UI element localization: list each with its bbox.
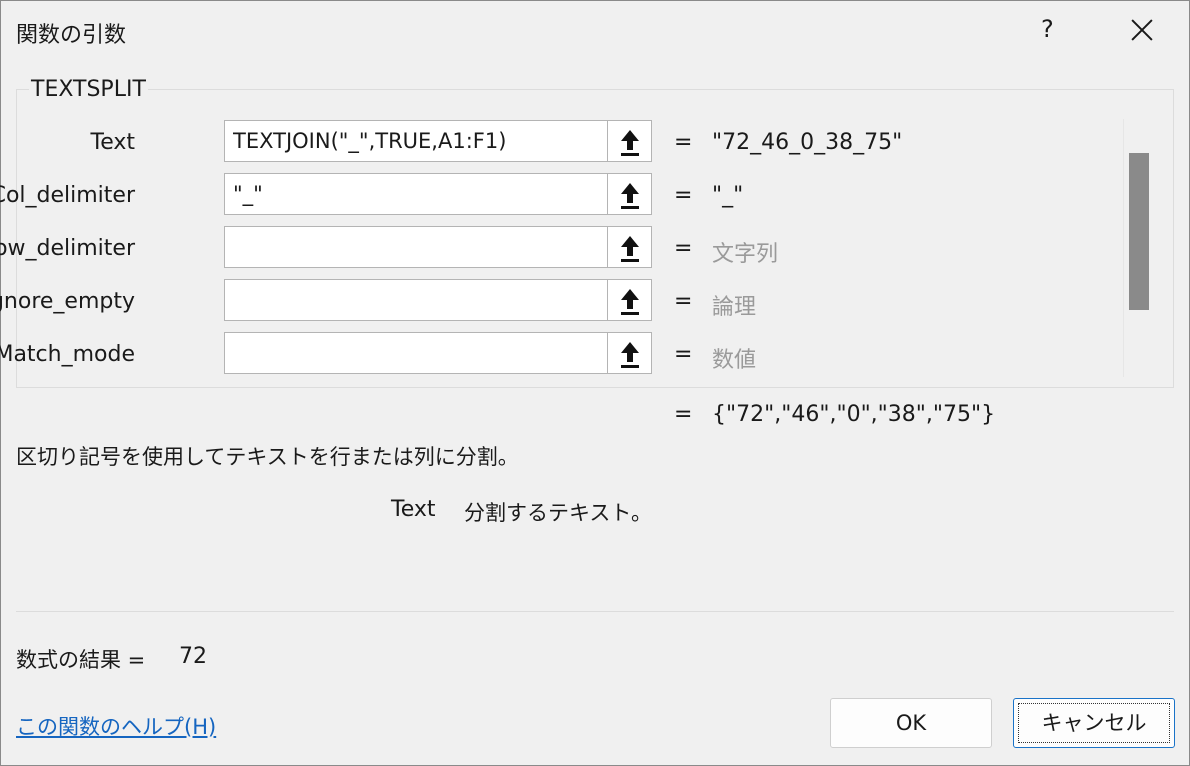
arg-help-name: Text	[391, 497, 436, 522]
argument-label: Text	[90, 130, 136, 155]
arrow-up-icon	[621, 183, 639, 209]
close-icon[interactable]	[1127, 15, 1157, 45]
arrow-up-icon	[621, 236, 639, 262]
ok-button[interactable]: OK	[830, 698, 992, 748]
argument-equals: =	[674, 342, 693, 367]
argument-label: Col_delimiter	[0, 183, 135, 208]
formula-result-label: 数式の結果 =	[16, 648, 146, 672]
arrow-up-icon	[621, 130, 639, 156]
function-name: TEXTSPLIT	[29, 77, 148, 102]
argument-input[interactable]	[224, 279, 607, 321]
arg-help-text: 分割するテキスト。	[464, 501, 652, 525]
argument-result: "_"	[712, 183, 744, 208]
argument-equals: =	[674, 183, 693, 208]
argument-label: Row_delimiter	[0, 236, 135, 261]
argument-label: Match_mode	[0, 342, 135, 367]
collapse-dialog-button[interactable]	[607, 332, 652, 374]
function-result-equals: =	[674, 402, 693, 427]
collapse-dialog-button[interactable]	[607, 226, 652, 268]
dialog-title: 関数の引数	[16, 23, 127, 48]
collapse-dialog-button[interactable]	[607, 120, 652, 162]
collapse-dialog-button[interactable]	[607, 173, 652, 215]
arrow-up-icon	[621, 289, 639, 315]
title-bar[interactable]: 関数の引数 ?	[1, 1, 1189, 63]
argument-equals: =	[674, 289, 693, 314]
scrollbar-track[interactable]	[1123, 119, 1124, 377]
collapse-dialog-button[interactable]	[607, 279, 652, 321]
help-button[interactable]: ?	[1041, 15, 1054, 43]
argument-result: 数値	[712, 348, 757, 373]
function-arguments-dialog: 関数の引数 ? TEXTSPLIT Text = "72_46_0_38_75" Co…	[0, 0, 1190, 766]
argument-label: Ignore_empty	[0, 289, 135, 314]
argument-input[interactable]	[224, 332, 607, 374]
argument-input[interactable]	[224, 173, 607, 215]
argument-result: "72_46_0_38_75"	[712, 130, 903, 155]
function-description: 区切り記号を使用してテキストを行または列に分割。	[16, 445, 519, 469]
focus-ring	[1018, 703, 1170, 743]
argument-input[interactable]	[224, 120, 607, 162]
argument-result: 文字列	[712, 242, 779, 267]
argument-row: Text = "72_46_0_38_75"	[1, 120, 1121, 166]
argument-row: Row_delimiter = 文字列	[0, 226, 1121, 272]
function-help-link[interactable]: この関数のヘルプ(H)	[16, 711, 216, 741]
argument-row: Match_mode = 数値	[0, 332, 1121, 378]
divider	[16, 611, 1174, 612]
argument-equals: =	[674, 130, 693, 155]
formula-result-value: 72	[179, 644, 207, 669]
arrow-up-icon	[621, 342, 639, 368]
argument-row: Col_delimiter = "_"	[0, 173, 1121, 219]
argument-input[interactable]	[224, 226, 607, 268]
argument-equals: =	[674, 236, 693, 261]
scrollbar-thumb[interactable]	[1129, 153, 1149, 310]
function-result-value: {"72","46","0","38","75"}	[712, 402, 996, 427]
argument-result: 論理	[712, 295, 757, 320]
cancel-button[interactable]: キャンセル	[1013, 698, 1175, 748]
argument-row: Ignore_empty = 論理	[0, 279, 1121, 325]
